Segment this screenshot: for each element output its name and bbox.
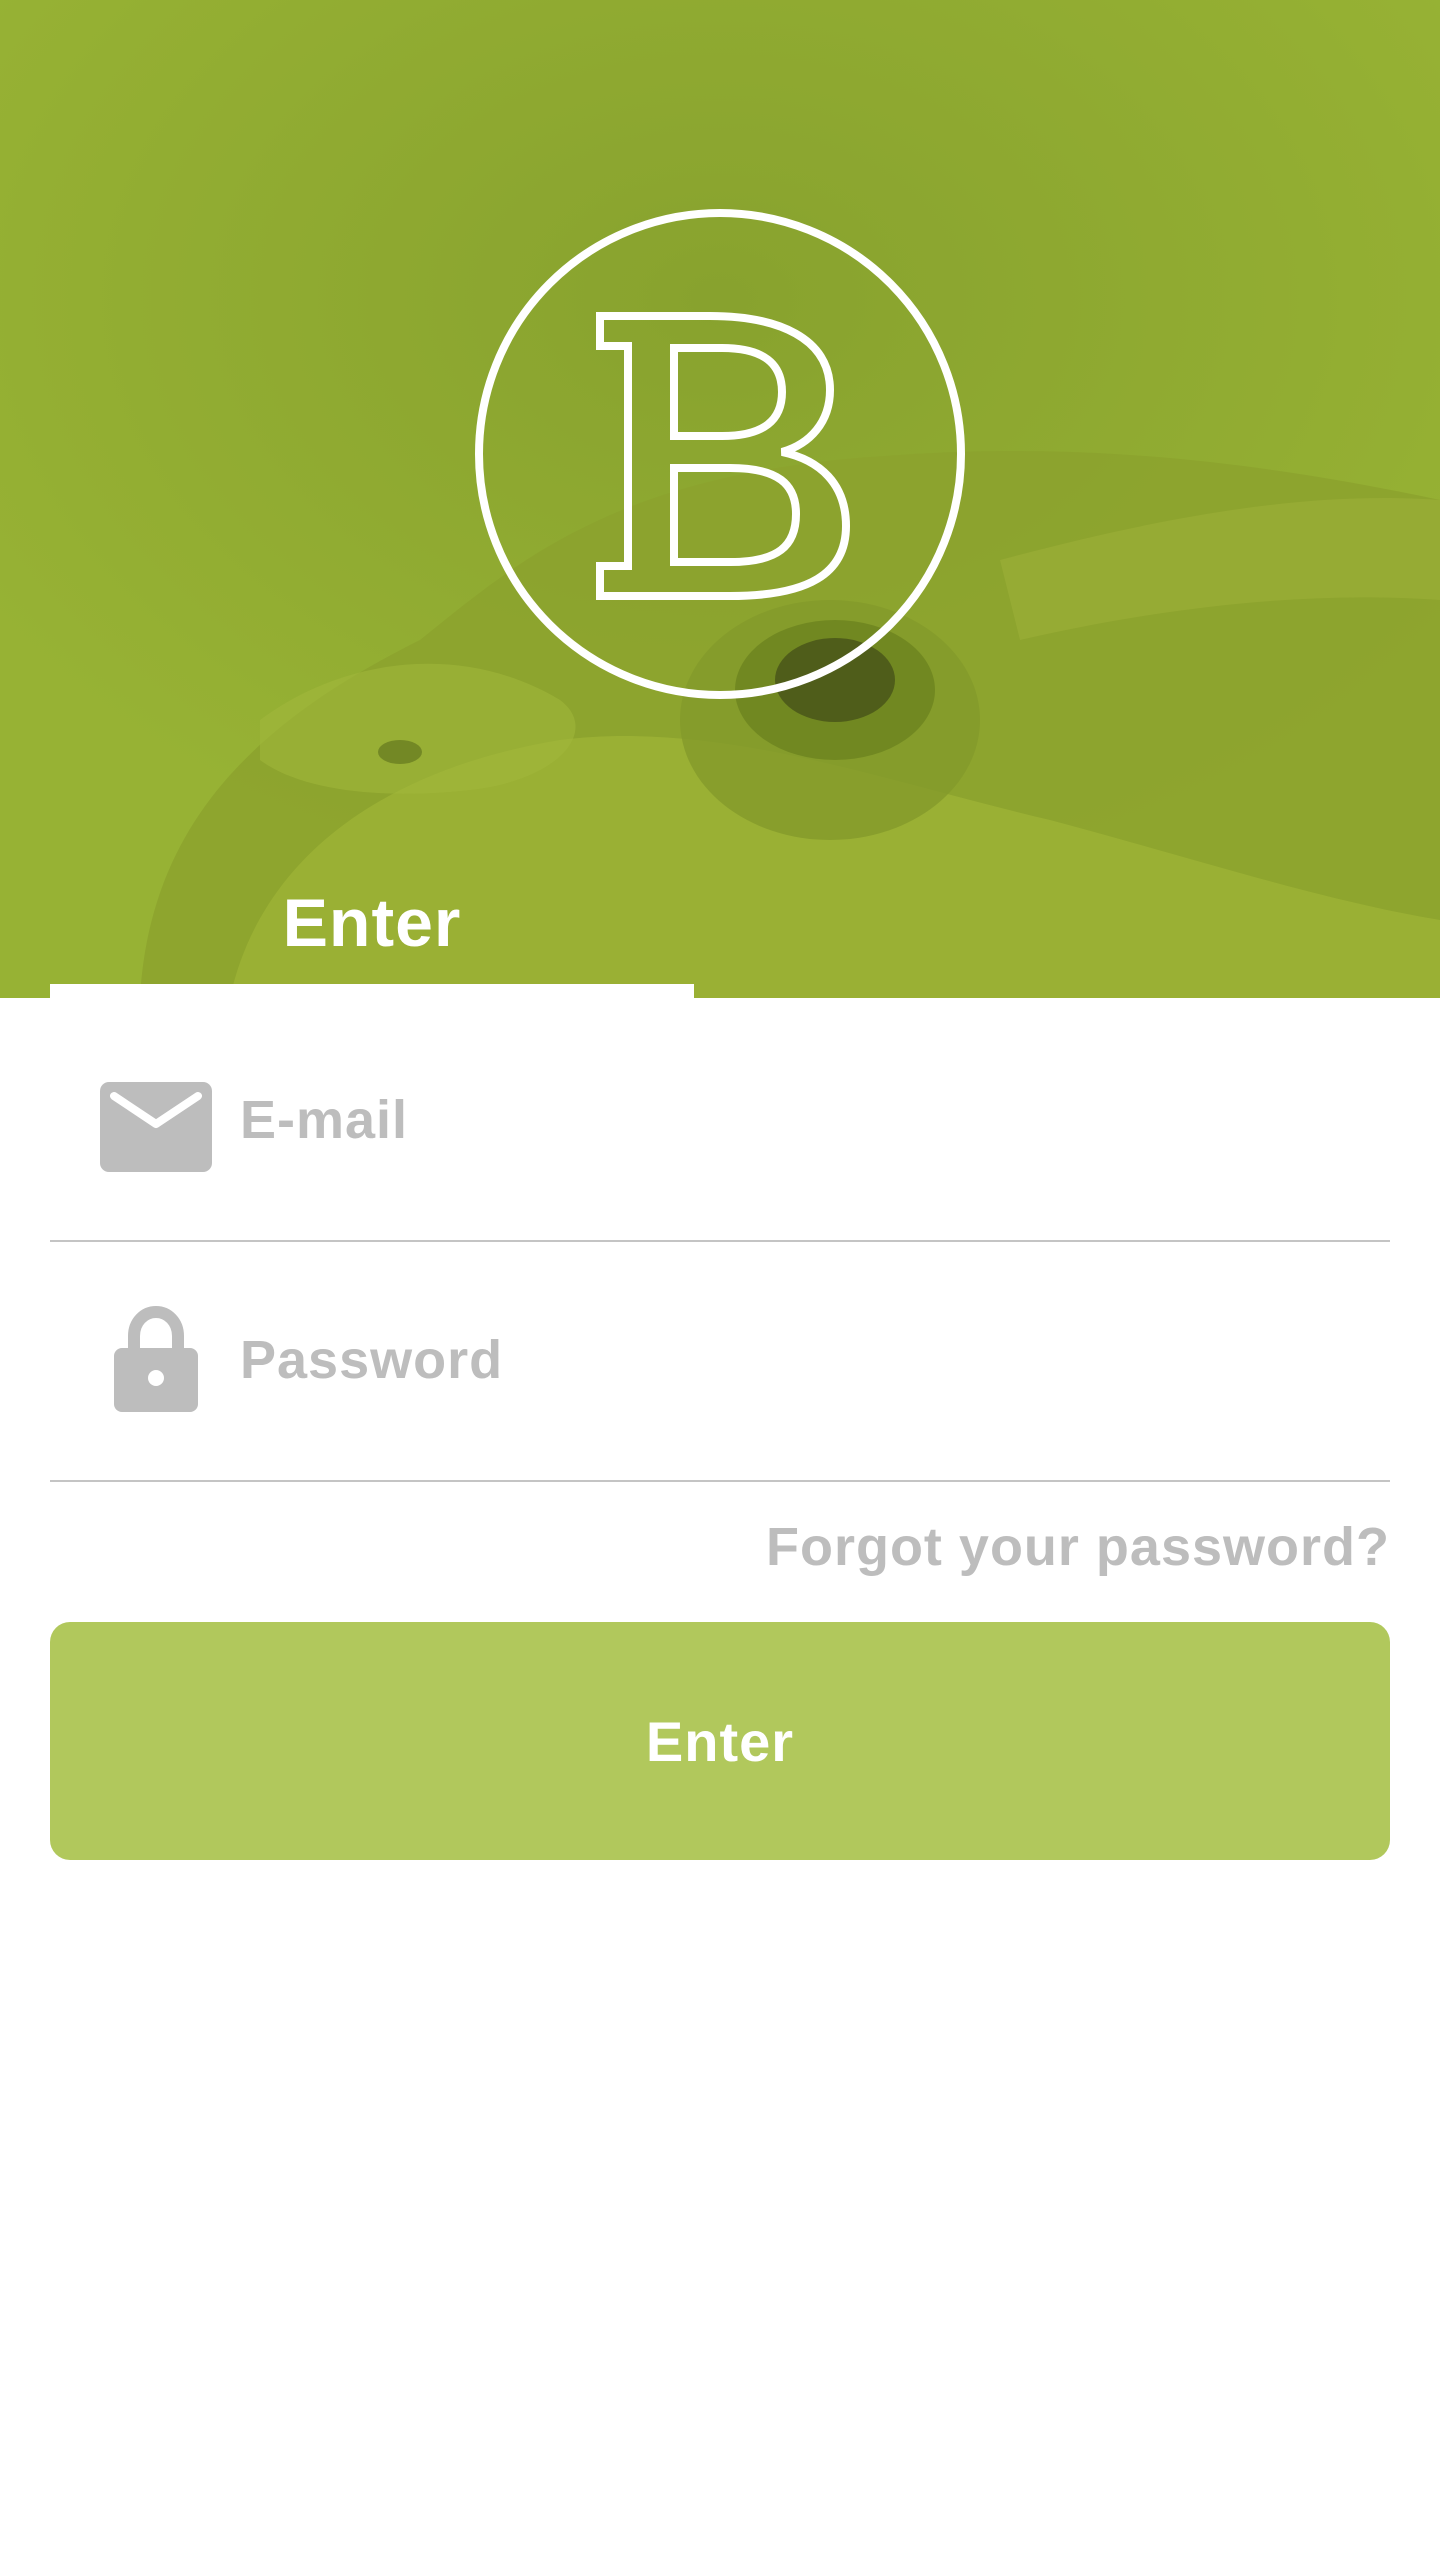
header-banner: Enter: [0, 0, 1440, 998]
tab-enter-label: Enter: [282, 885, 462, 961]
brand-logo: [475, 209, 965, 699]
email-input[interactable]: [240, 1002, 1370, 1238]
lock-icon: [114, 1306, 198, 1412]
password-input[interactable]: [240, 1242, 1370, 1478]
tab-selected-indicator: [50, 984, 694, 998]
password-field: [50, 1242, 1390, 1482]
mail-icon: [100, 1082, 212, 1172]
forgot-password-link[interactable]: Forgot your password?: [766, 1516, 1390, 1578]
email-field: [50, 1002, 1390, 1242]
tab-enter[interactable]: Enter: [50, 868, 694, 998]
enter-button[interactable]: Enter: [50, 1622, 1390, 1860]
